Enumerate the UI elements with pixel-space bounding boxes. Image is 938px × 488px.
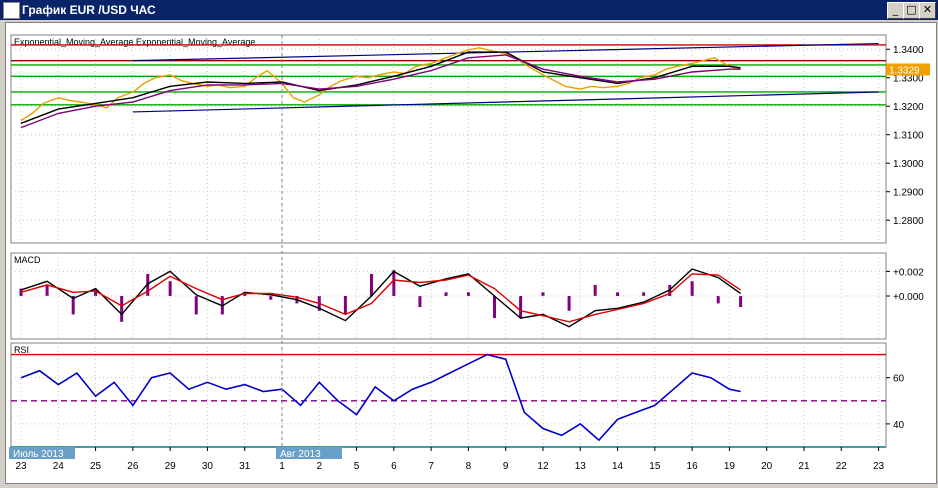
x-tick-label: 2 xyxy=(316,461,322,472)
x-tick-label: 12 xyxy=(537,461,549,472)
panel-frame-price xyxy=(10,34,887,244)
panel-title-rsi: RSI xyxy=(14,345,29,355)
y-tick-label: 40 xyxy=(893,420,905,431)
x-tick-label: 24 xyxy=(53,461,65,472)
x-tick-label: 29 xyxy=(165,461,177,472)
y-tick-label: 1.3400 xyxy=(893,45,924,56)
x-tick-label: 26 xyxy=(127,461,139,472)
x-tick-label: 1 xyxy=(279,461,285,472)
x-tick-label: 15 xyxy=(649,461,661,472)
x-tick-label: 21 xyxy=(798,461,810,472)
x-tick-label: 9 xyxy=(503,461,509,472)
close-button[interactable]: ✕ xyxy=(919,2,936,19)
y-tick-label: +0.000 xyxy=(893,292,924,303)
window-titlebar: График EUR /USD ЧАС _ □ ✕ xyxy=(0,0,938,20)
y-tick-label: 1.3000 xyxy=(893,159,924,170)
x-tick-label: 5 xyxy=(354,461,360,472)
y-tick-label: 1.3100 xyxy=(893,131,924,142)
x-tick-label: 20 xyxy=(761,461,773,472)
x-tick-label: 30 xyxy=(202,461,214,472)
y-tick-label: 1.2800 xyxy=(893,216,924,227)
chart-area: 1.3400 1.3300 1.3200 1.3100 1.3000 1.2900 1.28… xyxy=(5,22,937,484)
y-tick-label: +0.002 xyxy=(893,267,924,278)
x-tick-label: 22 xyxy=(836,461,848,472)
panel-frame-macd xyxy=(10,252,887,340)
x-tick-label: 7 xyxy=(428,461,434,472)
current-price-label: 1.3329 xyxy=(889,65,920,76)
x-tick-label: 23 xyxy=(15,461,27,472)
y-tick-label: 60 xyxy=(893,374,905,385)
month-label: Авг 2013 xyxy=(280,449,321,460)
minimize-button[interactable]: _ xyxy=(887,2,904,19)
window-title: График EUR /USD ЧАС xyxy=(22,3,156,17)
x-tick-label: 13 xyxy=(575,461,587,472)
chart-app-icon xyxy=(3,2,20,19)
x-tick-label: 6 xyxy=(391,461,397,472)
panel-title-macd: MACD xyxy=(14,255,41,265)
x-tick-label: 23 xyxy=(873,461,885,472)
x-tick-label: 19 xyxy=(724,461,736,472)
y-tick-label: 1.2900 xyxy=(893,188,924,199)
panel-frame-rsi xyxy=(10,342,887,448)
x-tick-label: 16 xyxy=(687,461,699,472)
x-tick-label: 14 xyxy=(612,461,624,472)
chart-svg: 1.34001.33001.32001.31001.30001.29001.28… xyxy=(9,34,930,472)
y-tick-label: 1.3200 xyxy=(893,102,924,113)
x-tick-label: 8 xyxy=(466,461,472,472)
month-label: Июль 2013 xyxy=(13,449,64,460)
x-tick-label: 25 xyxy=(90,461,102,472)
x-tick-label: 31 xyxy=(239,461,251,472)
maximize-button[interactable]: □ xyxy=(903,2,920,19)
